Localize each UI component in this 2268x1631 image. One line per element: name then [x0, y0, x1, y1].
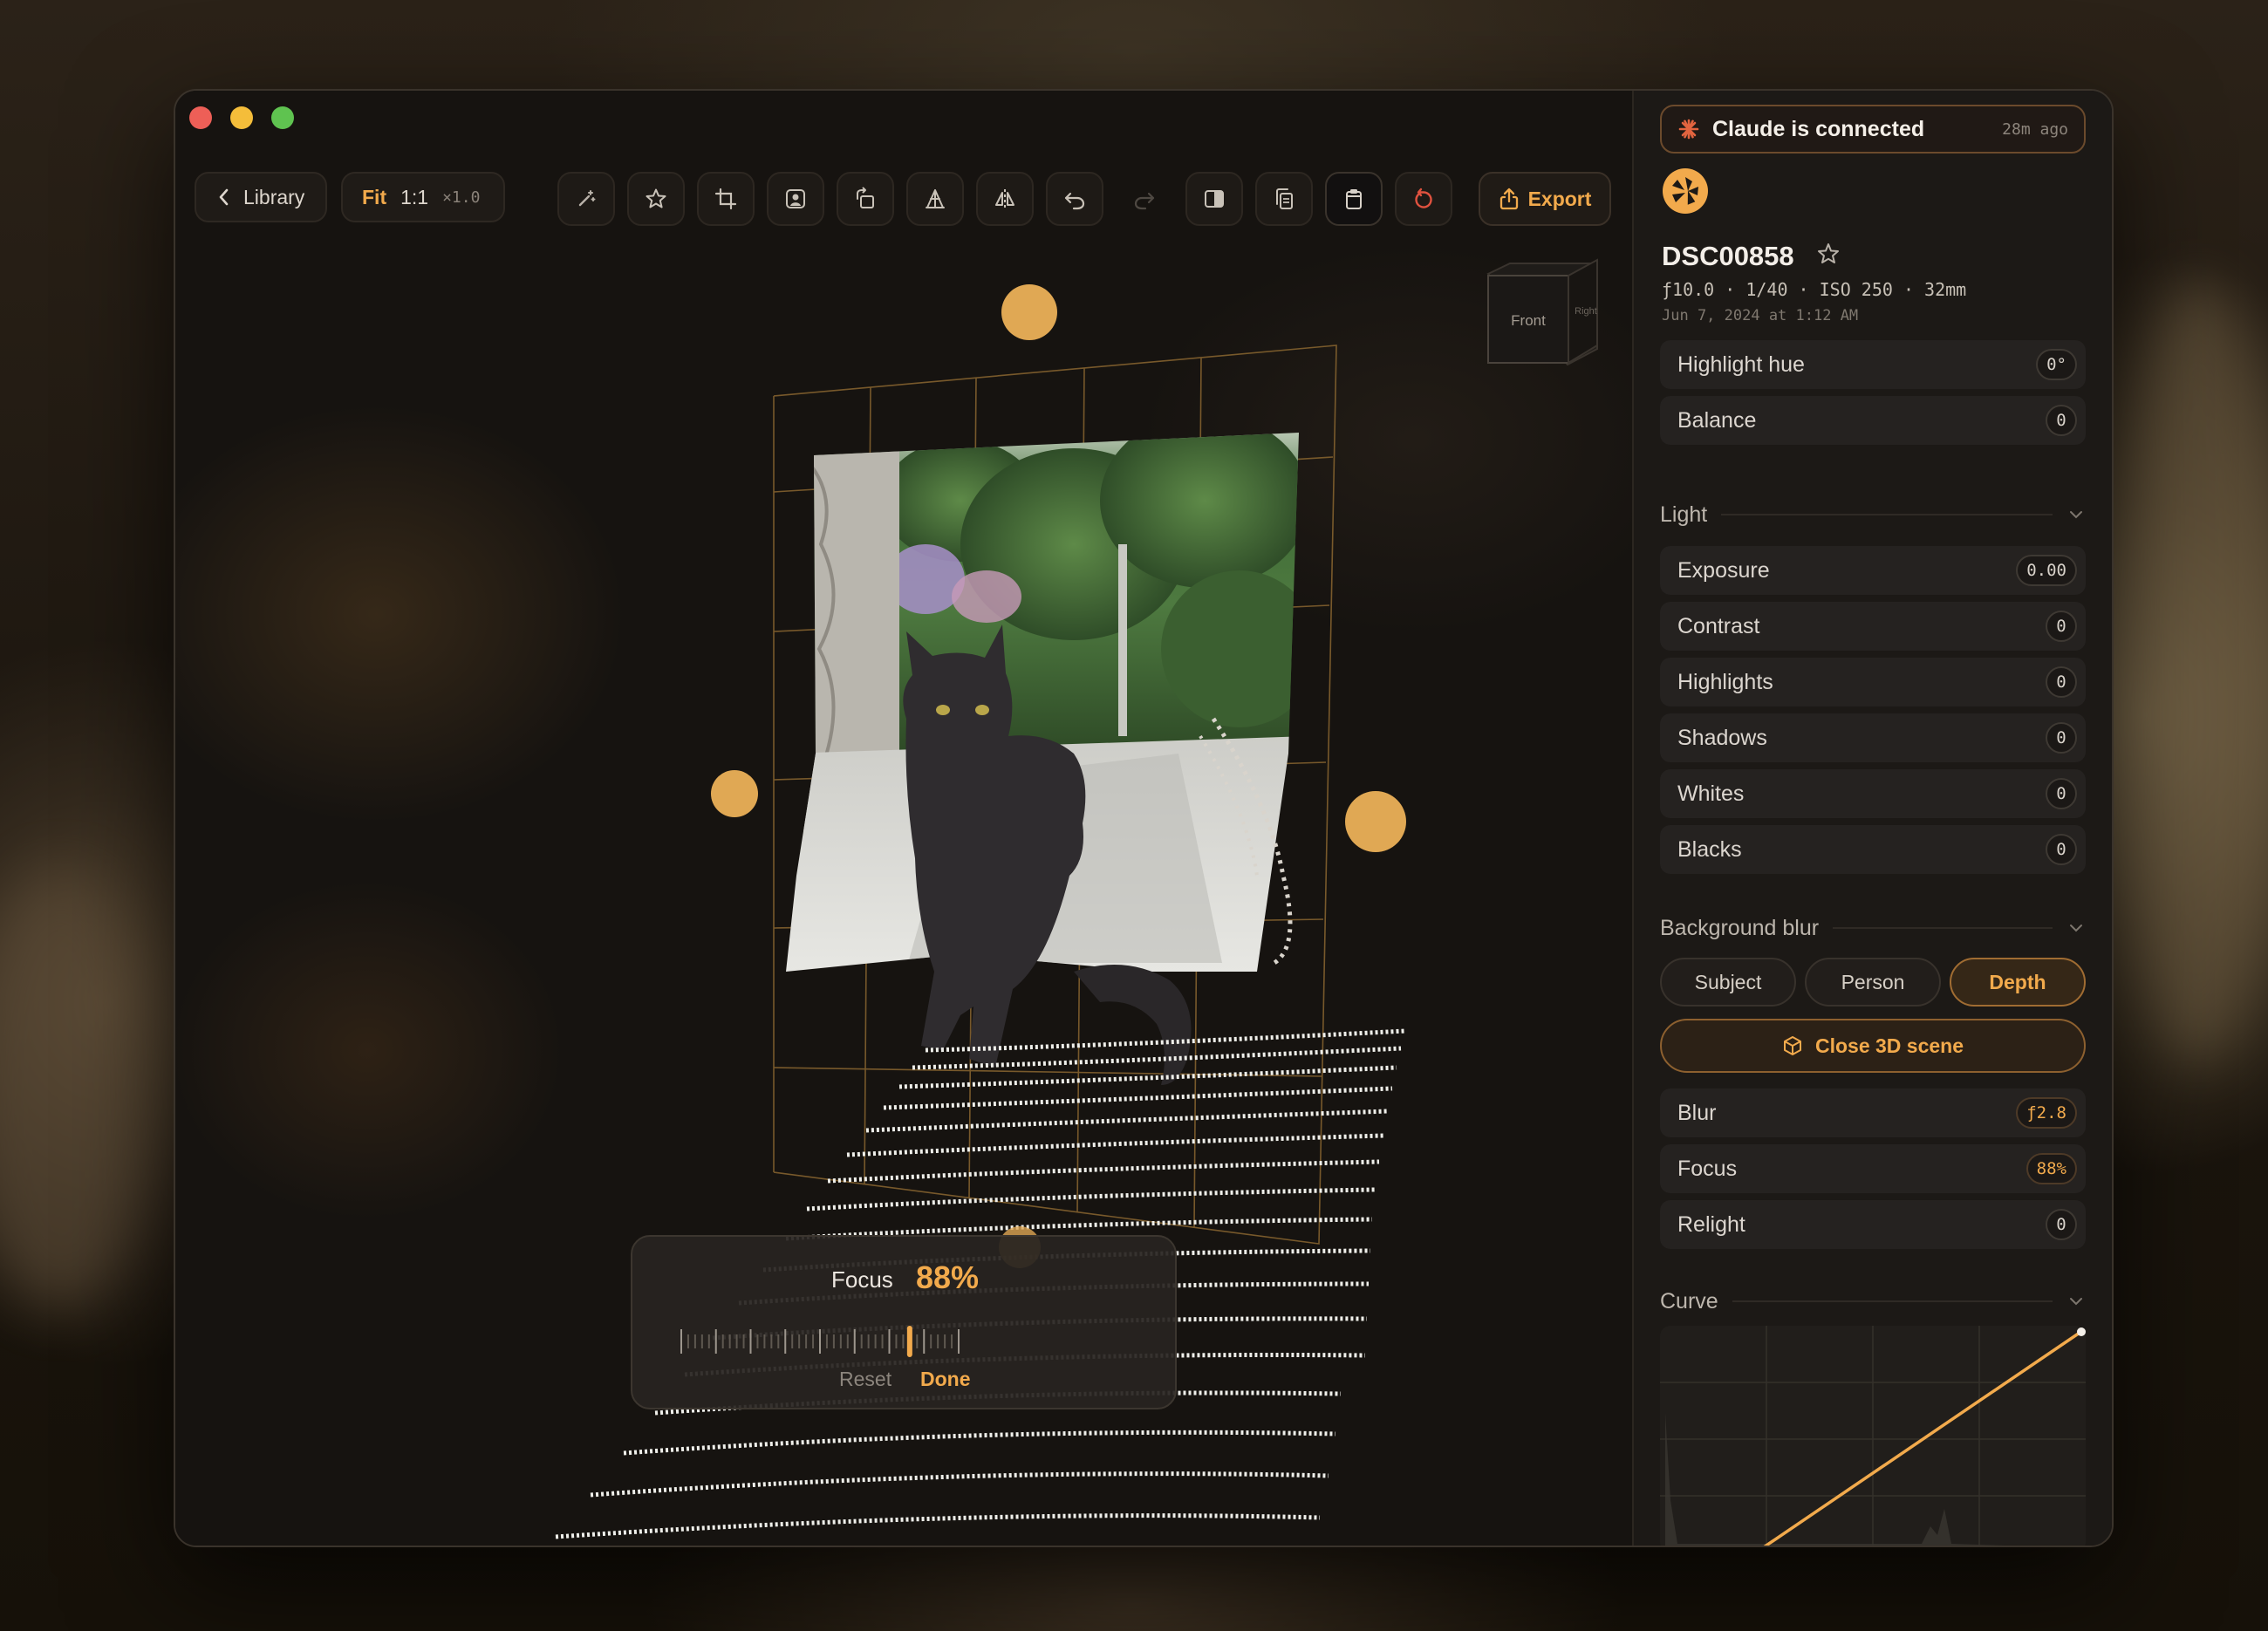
right-handle[interactable]: [1345, 791, 1406, 852]
close-3d-scene-label: Close 3D scene: [1814, 1034, 1964, 1057]
curve-section-header[interactable]: Curve: [1660, 1284, 2086, 1319]
aperture-logo-icon: [1663, 168, 1708, 214]
row-label: Shadows: [1677, 725, 1767, 750]
chevron-down-icon: [2070, 1298, 2082, 1306]
focus-slider[interactable]: [676, 1324, 964, 1359]
row-value[interactable]: 88%: [2025, 1153, 2077, 1184]
row-value[interactable]: 0: [2046, 722, 2077, 754]
cube-icon: [1783, 1036, 1801, 1055]
focus-row[interactable]: Focus 88%: [1660, 1144, 2086, 1193]
section-divider: [1721, 514, 2053, 515]
focus-reset-button[interactable]: Reset: [839, 1368, 891, 1391]
row-label: Focus: [1677, 1156, 1738, 1181]
row-label: Blacks: [1677, 836, 1742, 862]
row-label: Exposure: [1677, 557, 1770, 583]
relight-row[interactable]: Relight 0: [1660, 1200, 2086, 1249]
section-title: Light: [1660, 502, 1708, 527]
chevron-down-icon: [2070, 511, 2082, 519]
balance-row[interactable]: Balance 0: [1660, 396, 2086, 445]
row-value[interactable]: ƒ2.8: [2016, 1097, 2077, 1129]
wallpaper-figure-left: [0, 872, 157, 1308]
focus-popup-label: Focus: [831, 1266, 893, 1293]
section-divider: [1833, 927, 2053, 929]
focus-done-button[interactable]: Done: [920, 1368, 971, 1391]
claude-status-pill[interactable]: Claude is connected 28m ago: [1660, 105, 2086, 154]
background-blur-section-header[interactable]: Background blur: [1660, 911, 2086, 945]
claude-status-time: 28m ago: [2002, 119, 2068, 139]
blur-mode-person[interactable]: Person: [1805, 958, 1941, 1007]
row-label: Contrast: [1677, 613, 1760, 638]
row-value[interactable]: 0.00: [2016, 555, 2077, 586]
wallpaper-figure-right: [2111, 279, 2268, 1064]
view-cube[interactable]: Front Right: [1486, 258, 1598, 366]
row-label: Whites: [1677, 781, 1745, 806]
row-value[interactable]: 0: [2046, 666, 2077, 698]
row-label: Highlights: [1677, 669, 1773, 694]
adjustments-sidebar: Claude is connected 28m ago DSC00858 ƒ10…: [1632, 91, 2112, 1547]
exif-info: ƒ10.0 · 1/40 · ISO 250 · 32mm: [1662, 279, 1967, 300]
row-value[interactable]: 0: [2046, 611, 2077, 642]
file-name: DSC00858: [1662, 241, 1794, 271]
row-value[interactable]: 0: [2046, 834, 2077, 865]
slider-thumb[interactable]: [906, 1326, 912, 1357]
section-divider: [1732, 1300, 2053, 1302]
blur-mode-depth[interactable]: Depth: [1950, 958, 2086, 1007]
claude-status-text: Claude is connected: [1712, 116, 1925, 141]
blur-row[interactable]: Blur ƒ2.8: [1660, 1088, 2086, 1137]
editor-window: Library Fit 1:1 ×1.0 Export Front Right …: [174, 89, 2114, 1547]
light-section-header[interactable]: Light: [1660, 497, 2086, 532]
focus-popup-value: 88%: [916, 1259, 980, 1295]
row-value[interactable]: 0: [2046, 778, 2077, 809]
exposure-row[interactable]: Exposure 0.00: [1660, 546, 2086, 595]
row-label: Balance: [1677, 407, 1757, 433]
focus-popup: Focus 88% Reset Done: [631, 1235, 1177, 1409]
shadows-row[interactable]: Shadows 0: [1660, 713, 2086, 762]
capture-date: Jun 7, 2024 at 1:12 AM: [1662, 307, 1859, 324]
blur-mode-subject[interactable]: Subject: [1660, 958, 1796, 1007]
left-handle[interactable]: [711, 770, 758, 817]
claude-spark-icon: [1678, 119, 1699, 140]
whites-row[interactable]: Whites 0: [1660, 769, 2086, 818]
canvas-area[interactable]: Library Fit 1:1 ×1.0 Export Front Right …: [175, 91, 1632, 1546]
row-label: Highlight hue: [1677, 351, 1805, 377]
highlights-row[interactable]: Highlights 0: [1660, 658, 2086, 706]
curve-point[interactable]: [2077, 1327, 2086, 1336]
star-outline-icon[interactable]: [1815, 241, 1841, 267]
blacks-row[interactable]: Blacks 0: [1660, 825, 2086, 874]
view-cube-front-label: Front: [1511, 312, 1546, 329]
row-label: Relight: [1677, 1211, 1745, 1237]
row-label: Blur: [1677, 1100, 1717, 1125]
close-3d-scene-button[interactable]: Close 3D scene: [1660, 1019, 2086, 1073]
section-title: Curve: [1660, 1288, 1718, 1314]
view-cube-right-label: Right: [1575, 306, 1597, 317]
section-title: Background blur: [1660, 915, 1820, 940]
tone-curve-editor[interactable]: [1660, 1326, 2086, 1547]
highlight-hue-row[interactable]: Highlight hue 0°: [1660, 340, 2086, 389]
chevron-down-icon: [2070, 925, 2082, 932]
row-value[interactable]: 0: [2046, 1209, 2077, 1240]
top-handle[interactable]: [1001, 284, 1057, 340]
contrast-row[interactable]: Contrast 0: [1660, 602, 2086, 651]
row-value[interactable]: 0: [2046, 405, 2077, 436]
row-value[interactable]: 0°: [2036, 349, 2077, 380]
